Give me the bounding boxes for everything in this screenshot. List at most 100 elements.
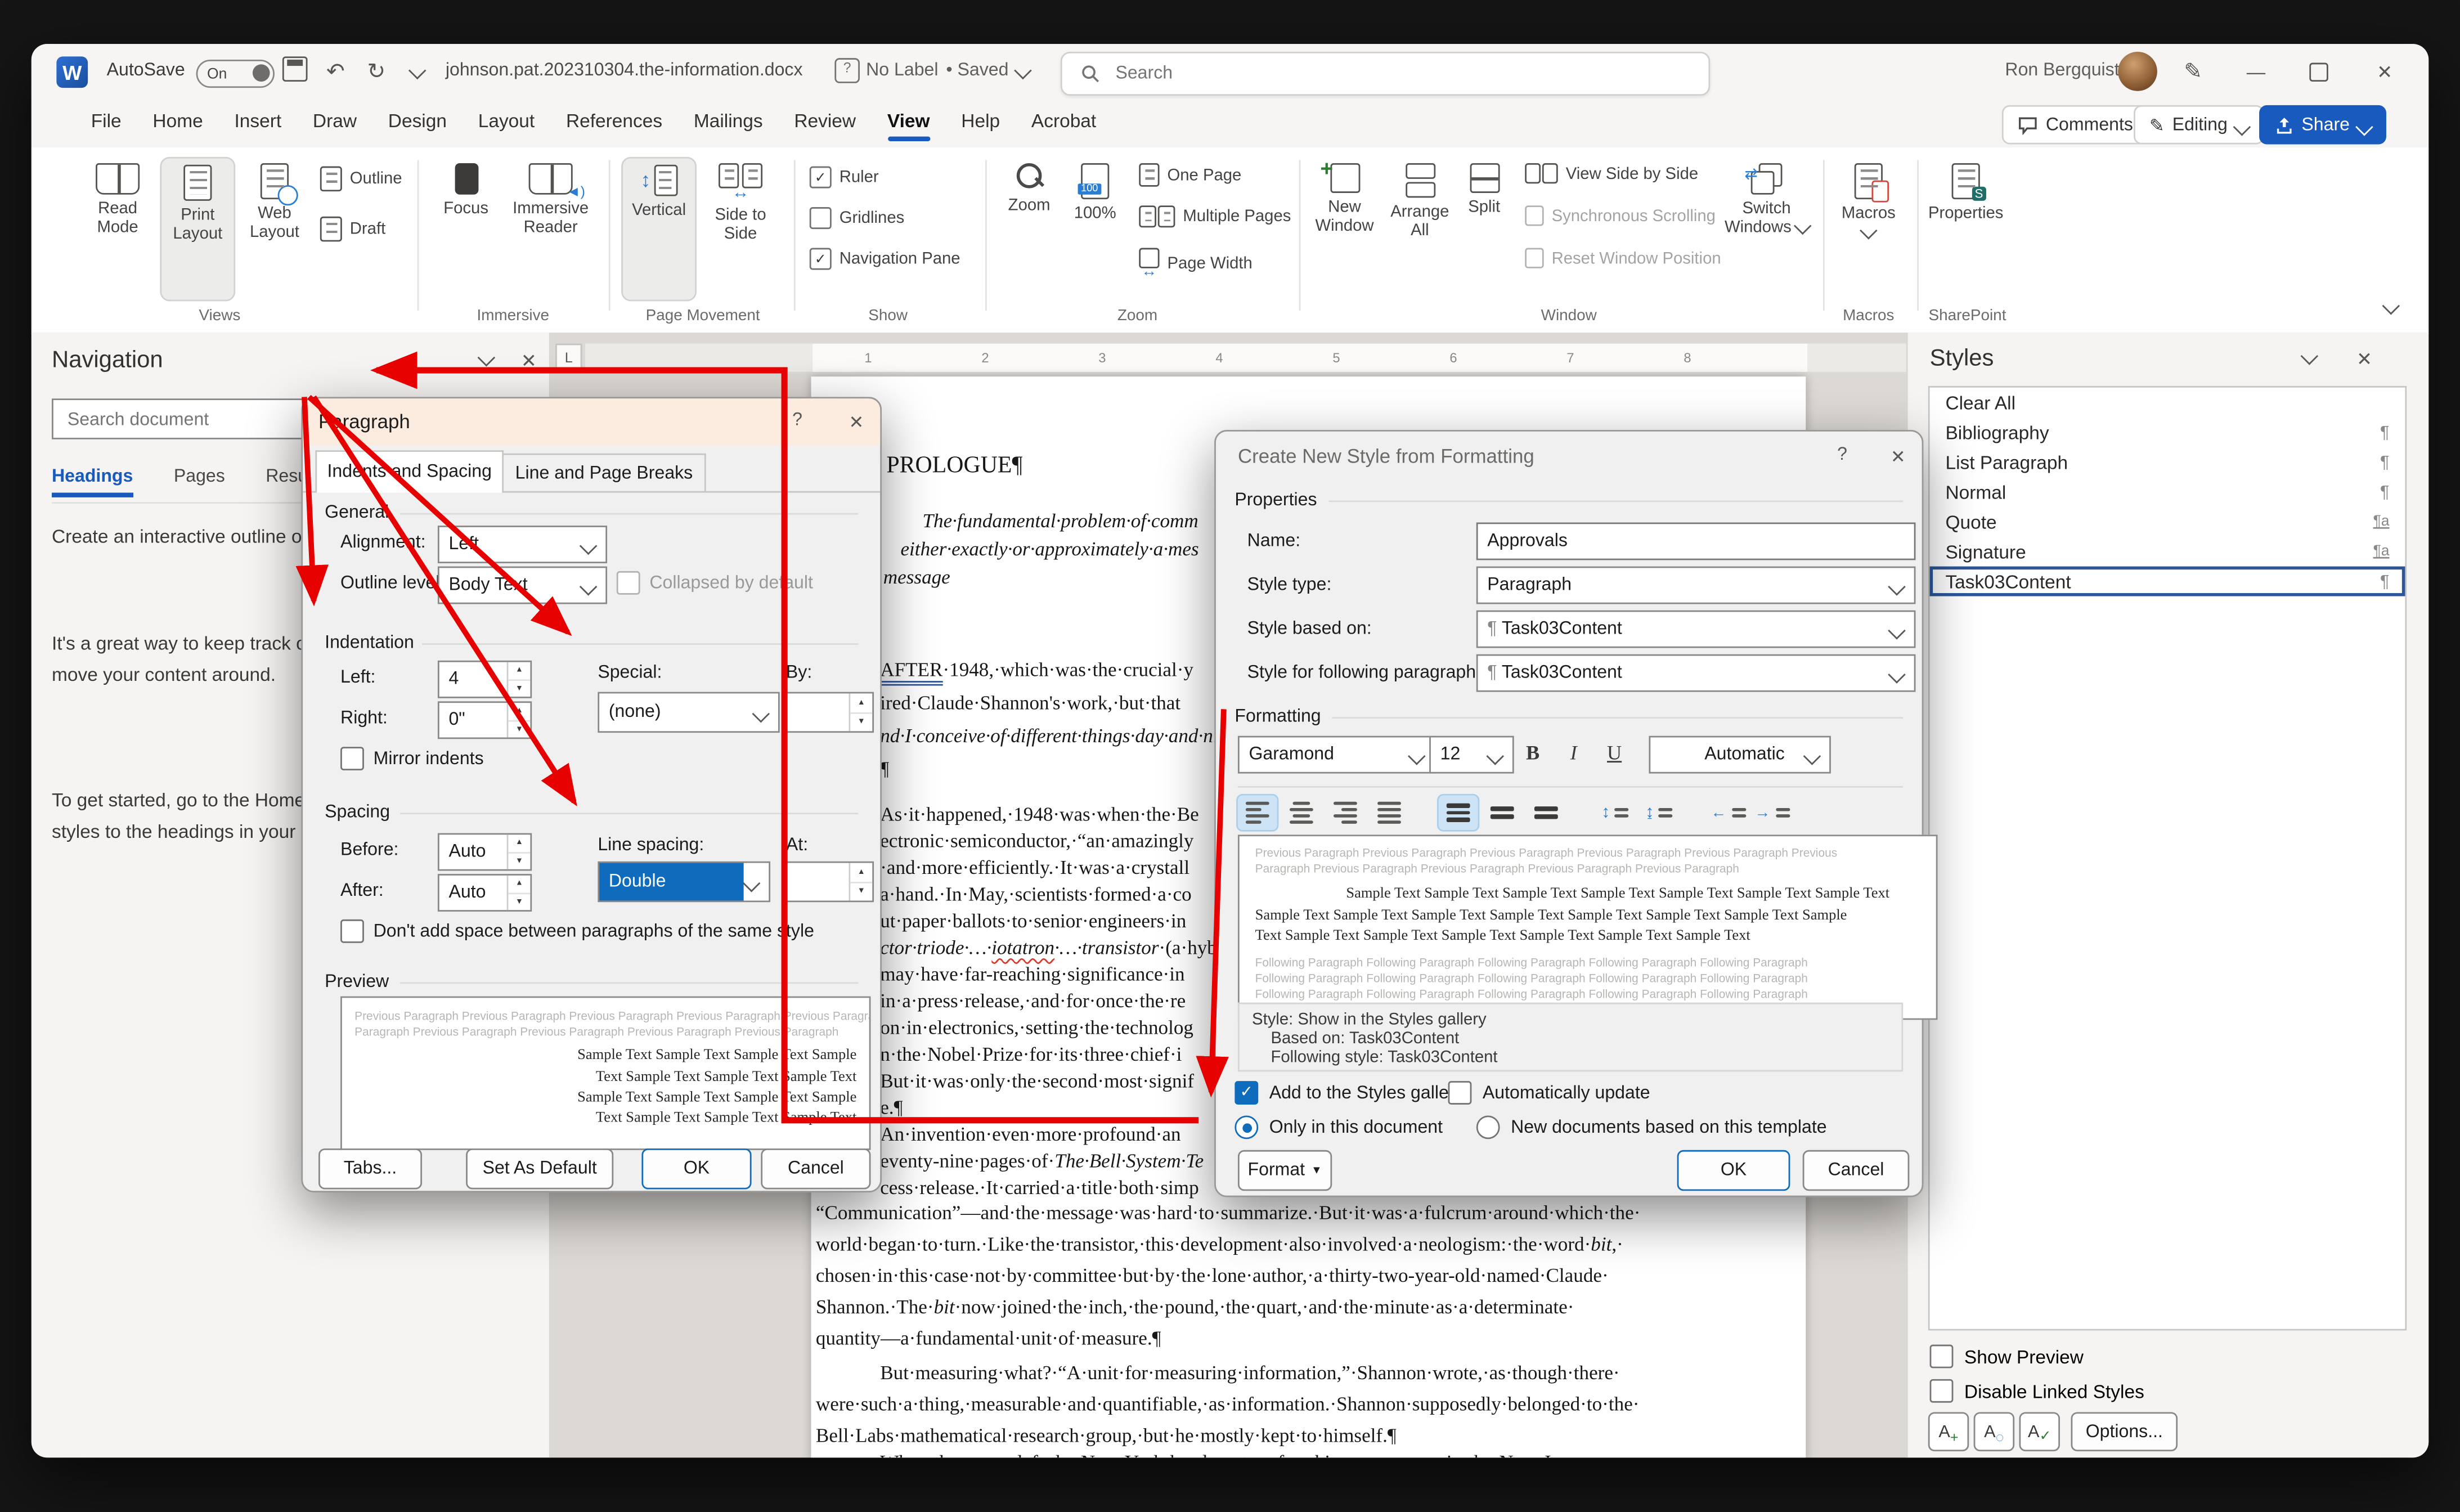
document-line[interactable]: quantity—a·fundamental·unit·of·measure.¶ xyxy=(816,1327,1161,1351)
format-button[interactable]: Format ▼ xyxy=(1237,1150,1332,1191)
paragraph-ok-button[interactable]: OK xyxy=(641,1148,752,1190)
style-item-quote[interactable]: Quote ¶a xyxy=(1930,507,2405,537)
align-right-button[interactable] xyxy=(1326,796,1365,830)
document-line[interactable]: n·the·Nobel·Prize·for·its·three·chief·i xyxy=(880,1043,1182,1067)
dont-add-space-checkbox[interactable]: Don't add space between paragraphs of th… xyxy=(340,919,814,943)
dialog-help-icon[interactable]: ? xyxy=(1837,446,1847,464)
properties-button[interactable]: S Properties xyxy=(1927,157,2005,223)
navigation-pane-close-icon[interactable]: ✕ xyxy=(521,350,537,372)
style-cancel-button[interactable]: Cancel xyxy=(1802,1150,1910,1191)
double-spacing-button[interactable] xyxy=(1527,796,1566,830)
style-inspector-button[interactable]: A ◌ xyxy=(1973,1412,2015,1452)
styles-options-button[interactable]: Options... xyxy=(2071,1412,2178,1452)
navigation-tab-pages[interactable]: Pages xyxy=(174,468,225,493)
autosave-toggle[interactable]: On xyxy=(196,59,275,88)
share-button[interactable]: Share xyxy=(2259,105,2386,145)
italic-button[interactable]: I xyxy=(1555,736,1592,770)
increase-paragraph-spacing-button[interactable]: ↕ xyxy=(1596,796,1635,830)
dialog-close-icon[interactable]: ✕ xyxy=(849,411,864,433)
document-line[interactable]: The·fundamental·problem·of·comm xyxy=(923,510,1198,533)
save-status-chevron-icon[interactable] xyxy=(1014,61,1032,80)
style-ok-button[interactable]: OK xyxy=(1677,1150,1790,1191)
indent-left-spinner[interactable]: 4 ▲ ▼ xyxy=(437,660,532,698)
document-line[interactable]: PROLOGUE¶ xyxy=(886,454,1022,480)
document-line[interactable]: When·the·group·left·the·New·York·headqua… xyxy=(880,1451,1592,1457)
view-side-by-side-button[interactable]: View Side by Side xyxy=(1525,163,1698,184)
document-line[interactable]: ·and·more·efficiently.·It·was·a·crystall xyxy=(880,856,1189,880)
indent-right-spinner[interactable]: 0" ▲ ▼ xyxy=(437,701,532,739)
styles-pane-close-icon[interactable]: ✕ xyxy=(2356,348,2372,370)
menu-tab-design[interactable]: Design xyxy=(372,100,463,144)
one-page-button[interactable]: One Page xyxy=(1139,163,1241,187)
zoom-100-button[interactable]: 100 100% xyxy=(1063,157,1126,223)
alignment-dropdown[interactable]: Left xyxy=(437,526,608,563)
navigation-pane-checkbox[interactable]: ✓ Navigation Pane xyxy=(809,248,960,270)
decrease-paragraph-spacing-button[interactable]: ↨ xyxy=(1640,796,1679,830)
increase-indent-button[interactable]: → xyxy=(1752,796,1792,830)
close-button[interactable]: ✕ xyxy=(2363,53,2407,91)
document-line[interactable]: ctor·triode·…·iotatron·…·transistor·(a·h… xyxy=(880,937,1217,961)
tab-indents-and-spacing[interactable]: Indents and Spacing xyxy=(315,450,504,493)
document-line[interactable]: chosen·in·this·case·not·by·committee·but… xyxy=(816,1264,1609,1288)
document-line[interactable]: Shannon.·The·bit·now·joined·the·inch,·th… xyxy=(816,1296,1574,1320)
mirror-indents-checkbox[interactable]: Mirror indents xyxy=(340,747,484,771)
split-button[interactable]: Split xyxy=(1456,157,1512,217)
redo-icon[interactable]: ↻ xyxy=(367,58,385,84)
save-icon[interactable] xyxy=(282,56,308,86)
font-family-dropdown[interactable]: Garamond xyxy=(1237,735,1436,774)
paragraph-cancel-button[interactable]: Cancel xyxy=(761,1148,871,1190)
search-box[interactable] xyxy=(1060,52,1711,96)
switch-windows-button[interactable]: ⇄ Switch Windows xyxy=(1723,157,1811,237)
menu-tab-help[interactable]: Help xyxy=(945,100,1016,144)
document-line[interactable]: e.¶ xyxy=(880,1097,903,1120)
collapse-ribbon-chevron-icon[interactable] xyxy=(2382,297,2400,315)
minimize-button[interactable]: — xyxy=(2234,53,2278,91)
document-line[interactable]: But·it·was·only·the·second·most·signif xyxy=(880,1070,1194,1094)
align-left-button[interactable] xyxy=(1236,793,1279,832)
search-input[interactable] xyxy=(1112,62,1590,85)
macros-button[interactable]: Macros xyxy=(1833,157,1905,242)
spacing-after-spinner[interactable]: Auto ▲ ▼ xyxy=(437,874,532,912)
document-line[interactable]: on·in·electronics,·setting·the·technolog xyxy=(880,1017,1193,1040)
word-logo-icon[interactable]: W xyxy=(56,56,88,88)
menu-tab-review[interactable]: Review xyxy=(778,100,872,144)
multiple-pages-button[interactable]: Multiple Pages xyxy=(1139,205,1291,228)
single-spacing-button[interactable] xyxy=(1437,793,1480,832)
immersive-reader-button[interactable]: ◄) Immersive Reader xyxy=(505,157,596,237)
document-line[interactable]: ut·paper·ballots·to·senior·engineers·in xyxy=(880,910,1186,934)
menu-tab-insert[interactable]: Insert xyxy=(219,100,297,144)
document-line[interactable]: An·invention·even·more·profound·an xyxy=(880,1123,1180,1147)
sensitivity-label[interactable]: No Label xyxy=(866,61,938,80)
document-line[interactable]: were·such·a·thing,·measurable·and·quanti… xyxy=(816,1393,1640,1417)
read-mode-button[interactable]: Read Mode xyxy=(82,157,154,237)
menu-tab-draw[interactable]: Draw xyxy=(297,100,372,144)
document-line[interactable]: either·exactly·or·approximately·a·mes xyxy=(900,538,1198,562)
menu-tab-acrobat[interactable]: Acrobat xyxy=(1016,100,1112,144)
document-line[interactable]: ectronic·semiconductor,·“an·amazingly xyxy=(880,830,1193,854)
horizontal-ruler[interactable]: 1 2 3 4 5 6 7 8 xyxy=(583,342,1924,374)
show-preview-checkbox[interactable]: Show Preview xyxy=(1929,1344,2084,1369)
tab-stop-selector[interactable]: L xyxy=(555,343,582,371)
ruler-checkbox[interactable]: ✓ Ruler xyxy=(809,166,879,189)
document-line[interactable]: may·have·far-reaching·significance·in xyxy=(880,963,1184,987)
qat-chevron-icon[interactable] xyxy=(408,61,427,80)
styles-pane-chevron-icon[interactable] xyxy=(2300,347,2319,365)
draft-button[interactable]: Draft xyxy=(320,216,385,242)
new-window-button[interactable]: + New Window xyxy=(1308,155,1380,236)
document-line[interactable]: in·a·press·release,·and·for·once·the·re xyxy=(880,990,1186,1013)
style-item-task03content[interactable]: Task03Content ¶ xyxy=(1929,566,2405,596)
avatar[interactable] xyxy=(2118,52,2157,91)
decrease-indent-button[interactable]: ← xyxy=(1708,796,1748,830)
zoom-button[interactable]: Zoom xyxy=(998,157,1061,215)
disable-linked-styles-checkbox[interactable]: Disable Linked Styles xyxy=(1929,1379,2144,1403)
menu-tab-home[interactable]: Home xyxy=(137,100,219,144)
side-to-side-button[interactable]: ↔ Side to Side xyxy=(700,157,782,243)
document-line[interactable]: AFTER·1948,·which·was·the·crucial·y xyxy=(880,659,1193,686)
comments-button[interactable]: Comments xyxy=(2001,105,2149,145)
automatically-update-checkbox[interactable]: Automatically update xyxy=(1448,1081,1650,1105)
style-following-dropdown[interactable]: ¶ Task03Content xyxy=(1476,654,1916,692)
font-size-dropdown[interactable]: 12 xyxy=(1429,735,1514,774)
bold-button[interactable]: B xyxy=(1514,736,1552,770)
document-line[interactable]: cess·release.·It·carried·a·title·both·si… xyxy=(880,1177,1198,1200)
document-line[interactable]: a·hand.·In·May,·scientists·formed·a·co xyxy=(880,883,1191,907)
